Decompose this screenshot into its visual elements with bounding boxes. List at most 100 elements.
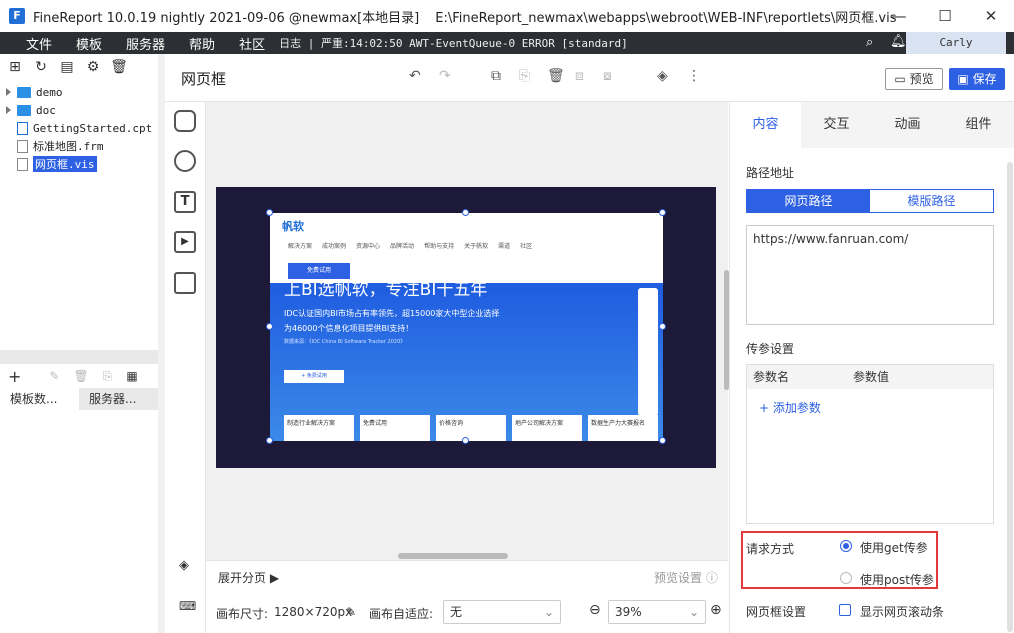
panel-divider[interactable] — [0, 350, 158, 364]
edit-icon[interactable]: ✎ — [49, 369, 59, 383]
save-button[interactable]: ▣ 保存 — [949, 68, 1005, 90]
scrollbar-label[interactable]: 显示网页滚动条 — [860, 603, 944, 620]
minimize-button[interactable]: — — [876, 0, 922, 32]
webframe-nav-item: 解决方案 — [288, 243, 313, 250]
hero-card: 价格咨询 — [436, 415, 506, 441]
post-radio[interactable] — [840, 572, 852, 584]
resize-handle[interactable] — [659, 437, 666, 444]
redo-icon[interactable]: ↷ — [439, 68, 451, 84]
menu-help[interactable]: 帮助 — [189, 34, 215, 53]
post-label[interactable]: 使用post传参 — [860, 571, 934, 588]
url-input[interactable]: https://www.fanruan.com/ — [746, 225, 994, 325]
vis-file-icon — [17, 157, 28, 171]
preview-button[interactable]: ▭ 预览 — [885, 68, 943, 90]
zoom-select[interactable]: 39% ⌄ — [608, 600, 706, 624]
tab-animation[interactable]: 动画 — [872, 102, 943, 148]
tree-item-doc[interactable]: doc — [6, 101, 56, 119]
frm-file-icon — [17, 139, 28, 153]
bell-icon[interactable]: 🔔︎ — [890, 34, 907, 49]
preview-settings-link[interactable]: 预览设置 ⓘ — [654, 569, 718, 586]
open-icon[interactable]: ▤ — [56, 59, 78, 75]
group-icon[interactable]: ⧈ — [575, 68, 584, 84]
param-table-header: 参数名 参数值 — [747, 365, 993, 389]
chart-component-icon[interactable] — [174, 150, 196, 172]
window-title: FineReport 10.0.19 nightly 2021-09-06 @n… — [33, 10, 420, 26]
delete-icon[interactable]: 🗑︎ — [73, 369, 88, 383]
3d-component-icon[interactable] — [174, 110, 196, 132]
resize-handle[interactable] — [266, 323, 273, 330]
scrollbar-checkbox[interactable] — [839, 604, 851, 616]
search-icon[interactable]: ⌕ — [866, 35, 873, 50]
page-bar: 展开分页 ▶ 预览设置 ⓘ — [206, 560, 728, 592]
left-scrollbar[interactable] — [158, 54, 165, 633]
preview-icon[interactable]: ⎘ — [103, 369, 113, 384]
text-component-icon[interactable]: T — [174, 191, 196, 213]
zoom-in-icon[interactable]: ⊕ — [710, 602, 722, 618]
resize-handle[interactable] — [266, 437, 273, 444]
ungroup-icon[interactable]: ⧇ — [603, 68, 612, 84]
delete-icon[interactable]: 🗑︎ — [547, 68, 565, 84]
layers-icon[interactable]: ◈ — [657, 68, 668, 84]
webframe-nav-item: 成功案例 — [322, 243, 347, 250]
adapt-select[interactable]: 无 ⌄ — [443, 600, 561, 624]
param-name-header: 参数名 — [753, 370, 790, 384]
add-param-button[interactable]: + 添加参数 — [759, 399, 821, 416]
url-section-label: 路径地址 — [746, 166, 795, 180]
tab-component[interactable]: 组件 — [943, 102, 1014, 148]
resize-handle[interactable] — [462, 437, 469, 444]
right-scrollbar[interactable] — [1007, 162, 1013, 632]
resize-handle[interactable] — [659, 209, 666, 216]
resize-handle[interactable] — [266, 209, 273, 216]
menu-file[interactable]: 文件 — [26, 34, 52, 53]
more-icon[interactable]: ⋮ — [687, 68, 701, 84]
layers-panel-icon[interactable]: ◈ — [179, 558, 189, 573]
tree-item-label: doc — [36, 103, 56, 117]
web-frame-widget[interactable]: 帆软 解决方案 成功案例 资源中心 品牌活动 帮助与支持 关于帆软 渠道 社区 … — [270, 213, 663, 441]
zoom-out-icon[interactable]: ⊖ — [589, 602, 601, 618]
scroll-thumb[interactable] — [398, 553, 508, 559]
container-component-icon[interactable] — [174, 272, 196, 294]
page-title: 网页框 — [181, 70, 227, 88]
get-radio[interactable] — [840, 540, 852, 552]
settings-icon[interactable]: ⚙ — [82, 59, 104, 75]
tree-item-demo[interactable]: demo — [6, 83, 63, 101]
edit-size-icon[interactable]: ✎ — [346, 605, 356, 619]
delete-icon[interactable]: 🗑︎ — [108, 59, 130, 75]
canvas-horizontal-scrollbar[interactable] — [206, 552, 728, 560]
paste-icon[interactable]: ⎘ — [519, 68, 530, 84]
tree-item-webframe[interactable]: 网页框.vis — [17, 155, 97, 173]
resize-handle[interactable] — [659, 323, 666, 330]
path-type-toggle: 网页路径 模版路径 — [746, 189, 994, 213]
tab-server-data[interactable]: 服务器... — [79, 388, 158, 410]
web-path-option[interactable]: 网页路径 — [747, 190, 870, 212]
get-label[interactable]: 使用get传参 — [860, 539, 928, 556]
tab-interaction[interactable]: 交互 — [801, 102, 872, 148]
add-icon[interactable]: + — [8, 367, 21, 386]
shortcut-icon[interactable]: ⌨ — [179, 599, 196, 613]
menu-community[interactable]: 社区 — [239, 34, 265, 53]
template-path-option[interactable]: 模版路径 — [870, 190, 993, 212]
expand-icon[interactable] — [6, 88, 11, 96]
expand-pages-toggle[interactable]: 展开分页 ▶ — [218, 569, 279, 586]
user-name[interactable]: Carly — [906, 32, 1006, 54]
close-button[interactable]: ✕ — [968, 0, 1014, 32]
tree-item-map[interactable]: 标准地图.frm — [17, 137, 104, 155]
new-folder-icon[interactable]: ⊞ — [4, 59, 26, 75]
undo-icon[interactable]: ↶ — [409, 68, 421, 84]
refresh-icon[interactable]: ↻ — [30, 59, 52, 75]
resize-handle[interactable] — [462, 209, 469, 216]
log-message[interactable]: 日志 | 严重:14:02:50 AWT-EventQueue-0 ERROR … — [279, 35, 628, 51]
table-icon[interactable]: ▦ — [126, 369, 137, 383]
menu-server[interactable]: 服务器 — [126, 34, 165, 53]
webframe-nav-item: 渠道 — [498, 243, 511, 250]
hero-card: 免费试用 — [360, 415, 430, 441]
media-component-icon[interactable]: ▶ — [174, 231, 196, 253]
copy-icon[interactable]: ⧉ — [491, 68, 501, 84]
menu-template[interactable]: 模板 — [76, 34, 102, 53]
tree-item-gettingstarted[interactable]: GettingStarted.cpt — [17, 119, 152, 137]
tab-content[interactable]: 内容 — [730, 102, 801, 148]
maximize-button[interactable]: ☐ — [922, 0, 968, 32]
webframe-hero: 上BI选帆软，专注BI十五年 IDC认证国内BI市场占有率领先，超15000家大… — [270, 280, 663, 441]
tab-template-data[interactable]: 模板数... — [0, 388, 79, 410]
expand-icon[interactable] — [6, 106, 11, 114]
